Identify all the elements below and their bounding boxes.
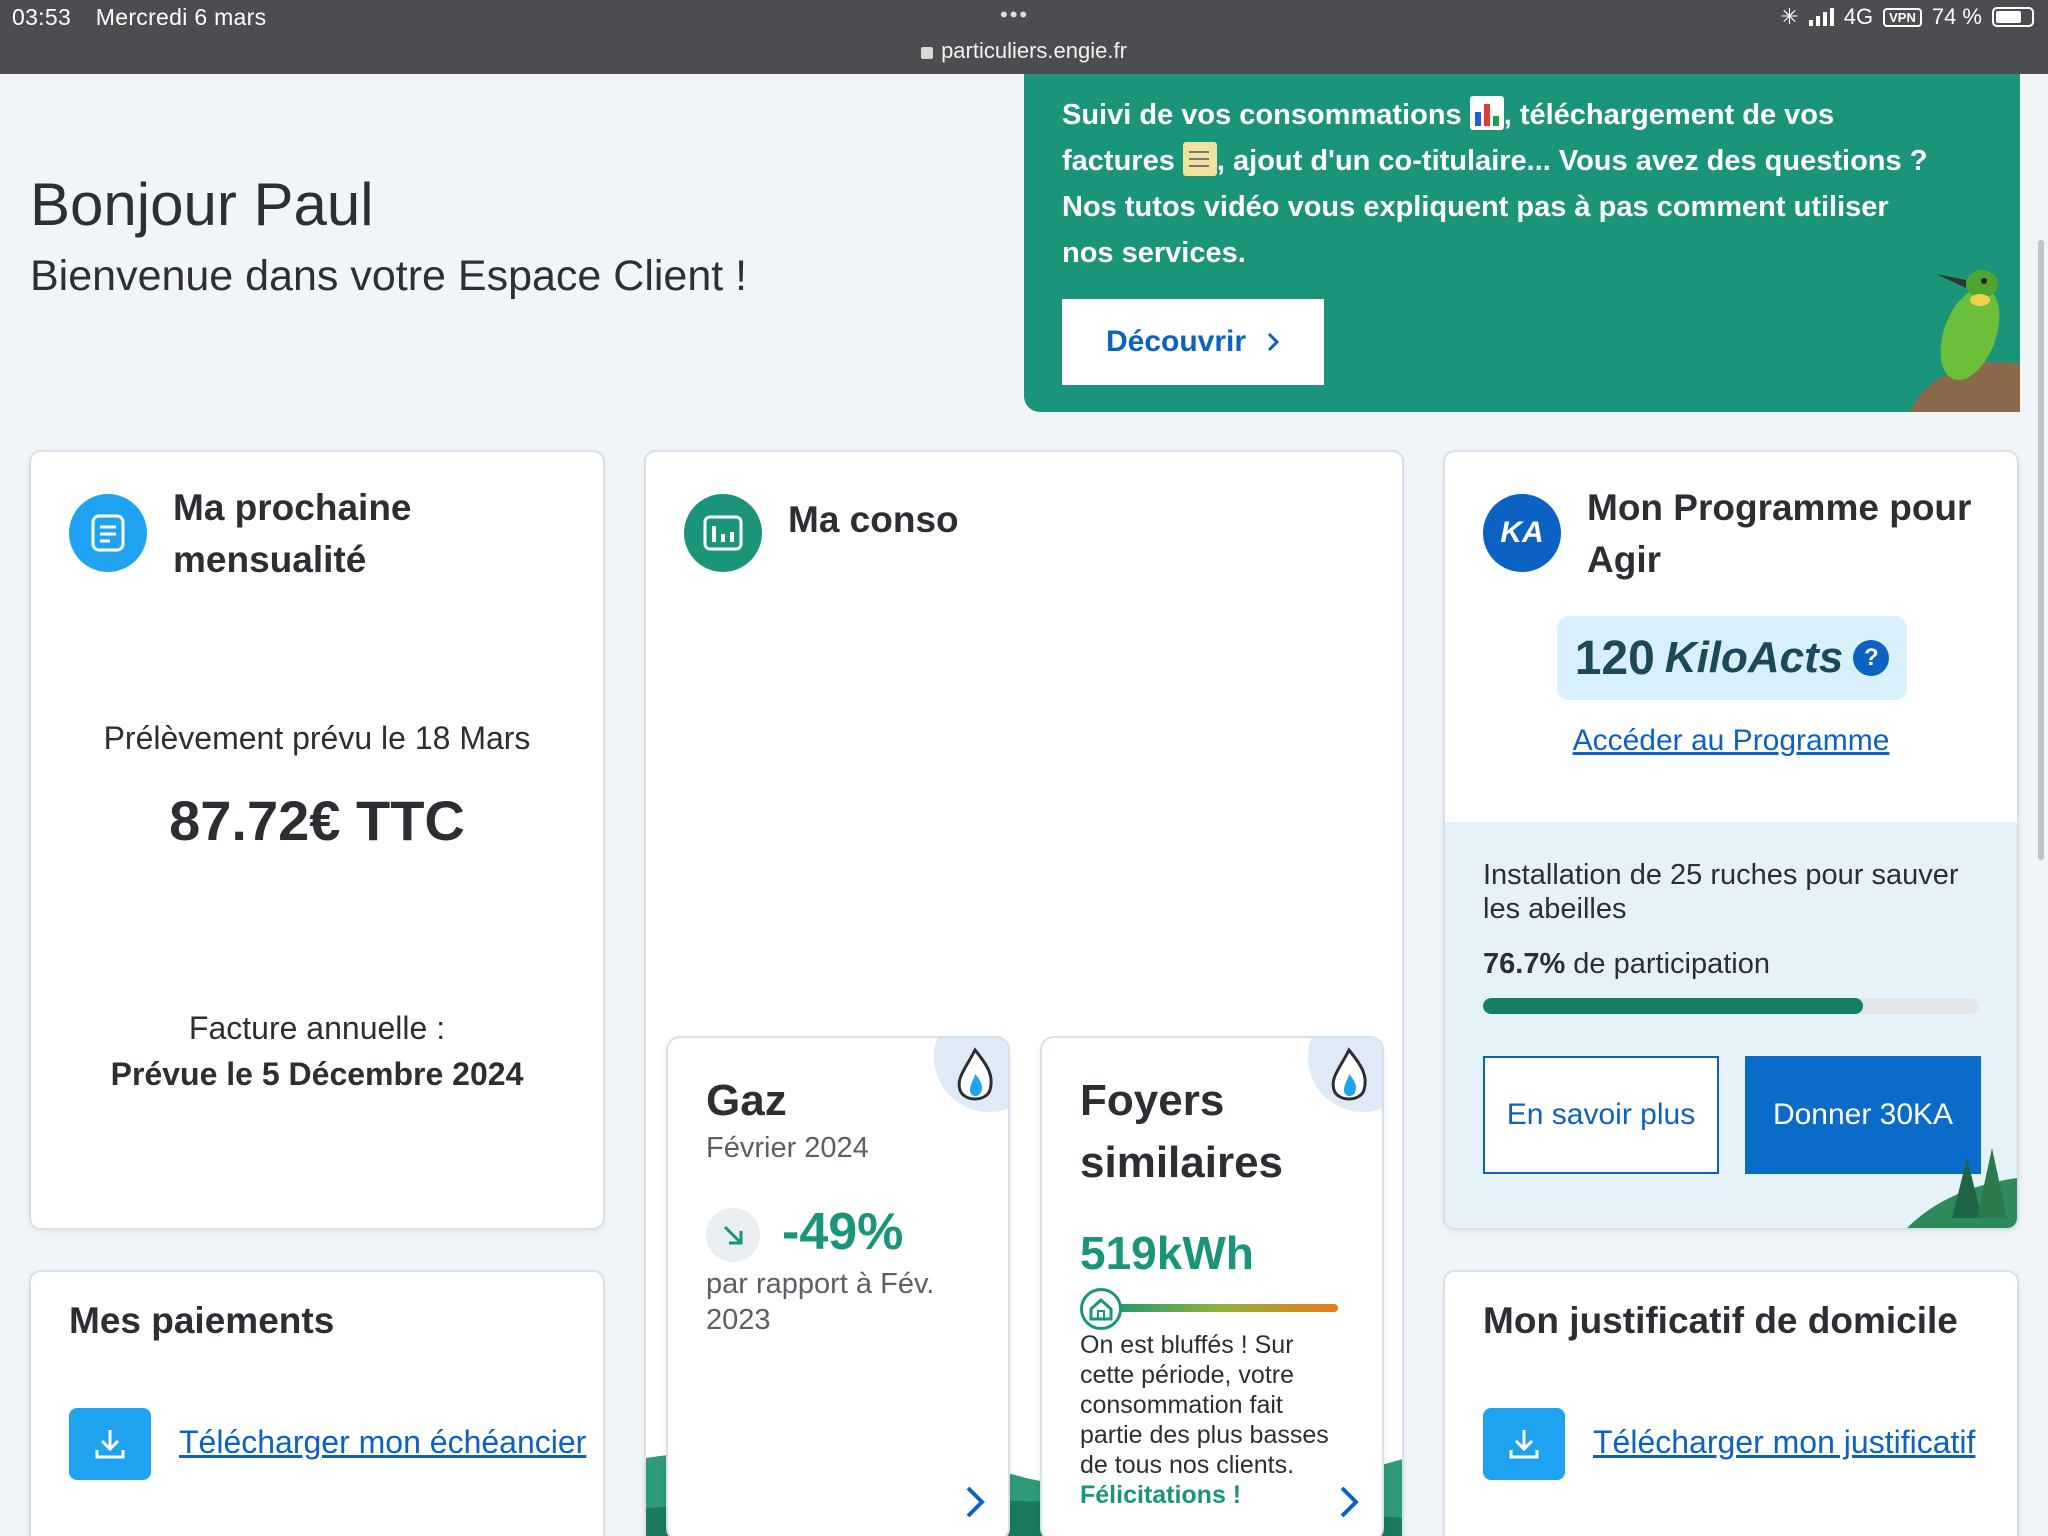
- download-icon[interactable]: [1483, 1408, 1565, 1480]
- download-schedule-link[interactable]: Télécharger mon échéancier: [179, 1424, 586, 1461]
- scrollbar[interactable]: [2038, 240, 2044, 860]
- chart-emoji-icon: [1469, 96, 1504, 130]
- help-icon[interactable]: ?: [1853, 640, 1890, 676]
- ka-logo-icon: KA: [1483, 494, 1561, 572]
- chevron-right-icon[interactable]: [960, 1482, 990, 1522]
- gas-percent: -49%: [782, 1203, 904, 1261]
- promo-banner: Suivi de vos consommations , téléchargem…: [1024, 74, 2020, 412]
- ka-unit: KiloActs: [1664, 633, 1844, 682]
- chevron-right-icon: [1267, 332, 1280, 352]
- flame-icon: [957, 1047, 993, 1101]
- bird-illustration: [1910, 270, 2020, 412]
- house-icon: [1080, 1288, 1122, 1330]
- proof-title: Mon justificatif de domicile: [1483, 1300, 1958, 1341]
- status-date: Mercredi 6 mars: [95, 4, 267, 30]
- invoice-icon: [69, 494, 147, 572]
- gas-comparison: par rapport à Fév. 2023: [706, 1268, 935, 1336]
- participation-text: 76.7% de participation: [1483, 948, 1770, 981]
- foyers-title: Foyers similaires: [1080, 1076, 1284, 1187]
- vpn-icon: VPN: [1883, 7, 1922, 27]
- download-proof-link[interactable]: Télécharger mon justificatif: [1593, 1424, 1975, 1461]
- status-right: ✳ 4G VPN 74 %: [1780, 4, 2034, 30]
- programme-title: Mon Programme pour Agir: [1587, 487, 1972, 580]
- activity-icon: ✳: [1780, 4, 1799, 29]
- programme-link[interactable]: Accéder au Programme: [1445, 724, 2017, 758]
- status-left: 03:53 Mercredi 6 mars: [12, 4, 284, 31]
- payments-card: Mes paiements Télécharger mon échéancier: [29, 1270, 605, 1536]
- foyers-description-text: On est bluffés ! Sur cette période, votr…: [1080, 1331, 1329, 1479]
- greeting-subtitle: Bienvenue dans votre Espace Client !: [30, 252, 748, 300]
- mensualite-amount: 87.72€ TTC: [169, 789, 465, 852]
- promo-text: Suivi de vos consommations , téléchargem…: [1062, 92, 1942, 276]
- status-bar: 03:53 Mercredi 6 mars ••• particuliers.e…: [0, 0, 2048, 74]
- participation-value: 76.7%: [1483, 948, 1566, 980]
- foyers-congrats: Félicitations !: [1080, 1481, 1242, 1509]
- memo-emoji-icon: [1182, 142, 1217, 176]
- payments-title: Mes paiements: [69, 1300, 335, 1341]
- bar-chart-icon: [684, 494, 762, 572]
- participation-label: de participation: [1573, 948, 1770, 980]
- progress-fill: [1483, 998, 1864, 1014]
- trees-illustration: [1907, 1148, 2017, 1228]
- facture-label: Facture annuelle :: [188, 1010, 446, 1046]
- kiloacts-badge: 120 KiloActs ?: [1557, 616, 1907, 700]
- greeting-title: Bonjour Paul: [30, 171, 374, 238]
- learn-more-button[interactable]: En savoir plus: [1483, 1056, 1719, 1174]
- download-icon[interactable]: [69, 1408, 151, 1480]
- mensualite-title: Ma prochaine mensualité: [173, 487, 412, 580]
- facture-date: Prévue le 5 Décembre 2024: [110, 1056, 524, 1092]
- discover-button-label: Découvrir: [1105, 325, 1247, 358]
- battery-label: 74 %: [1931, 4, 1982, 29]
- battery-icon: [1992, 7, 2034, 27]
- foyers-value: 519kWh: [1080, 1227, 1254, 1279]
- programme-card: KA Mon Programme pour Agir 120 KiloActs …: [1443, 450, 2019, 1230]
- gas-title: Gaz: [706, 1076, 787, 1125]
- foyers-card[interactable]: Foyers similaires 519kWh On est bluffés …: [1040, 1036, 1384, 1536]
- conso-title: Ma conso: [788, 499, 959, 540]
- signal-icon: [1808, 8, 1834, 26]
- trend-down-icon: [706, 1208, 760, 1262]
- lock-icon: [921, 47, 934, 59]
- chevron-right-icon[interactable]: [1334, 1482, 1364, 1522]
- discover-button[interactable]: Découvrir: [1062, 299, 1324, 385]
- status-time: 03:53: [12, 4, 72, 30]
- network-label: 4G: [1843, 4, 1874, 29]
- prelevement-text: Prélèvement prévu le 18 Mars: [103, 720, 531, 756]
- gas-card[interactable]: Gaz Février 2024 -49% par rapport à Fév.…: [666, 1036, 1010, 1536]
- address-bar[interactable]: particuliers.engie.fr: [0, 38, 2048, 64]
- project-title: Installation de 25 ruches pour sauver le…: [1483, 859, 1959, 925]
- conso-card: Ma conso Gaz Février 2024 -49% par rappo…: [644, 450, 1404, 1536]
- url-text: particuliers.engie.fr: [941, 38, 1127, 63]
- mensualite-card: Ma prochaine mensualité Prélèvement prév…: [29, 450, 605, 1230]
- gas-date: Février 2024: [706, 1132, 869, 1164]
- promo-text-part1: Suivi de vos consommations: [1062, 99, 1462, 131]
- foyers-description: On est bluffés ! Sur cette période, votr…: [1080, 1330, 1350, 1510]
- consumption-gradient-bar: [1102, 1304, 1338, 1312]
- ka-value: 120: [1574, 631, 1655, 685]
- proof-of-address-card: Mon justificatif de domicile Télécharger…: [1443, 1270, 2019, 1536]
- participation-progress-bar: [1483, 998, 1979, 1014]
- more-dots-icon[interactable]: •••: [1000, 2, 1029, 28]
